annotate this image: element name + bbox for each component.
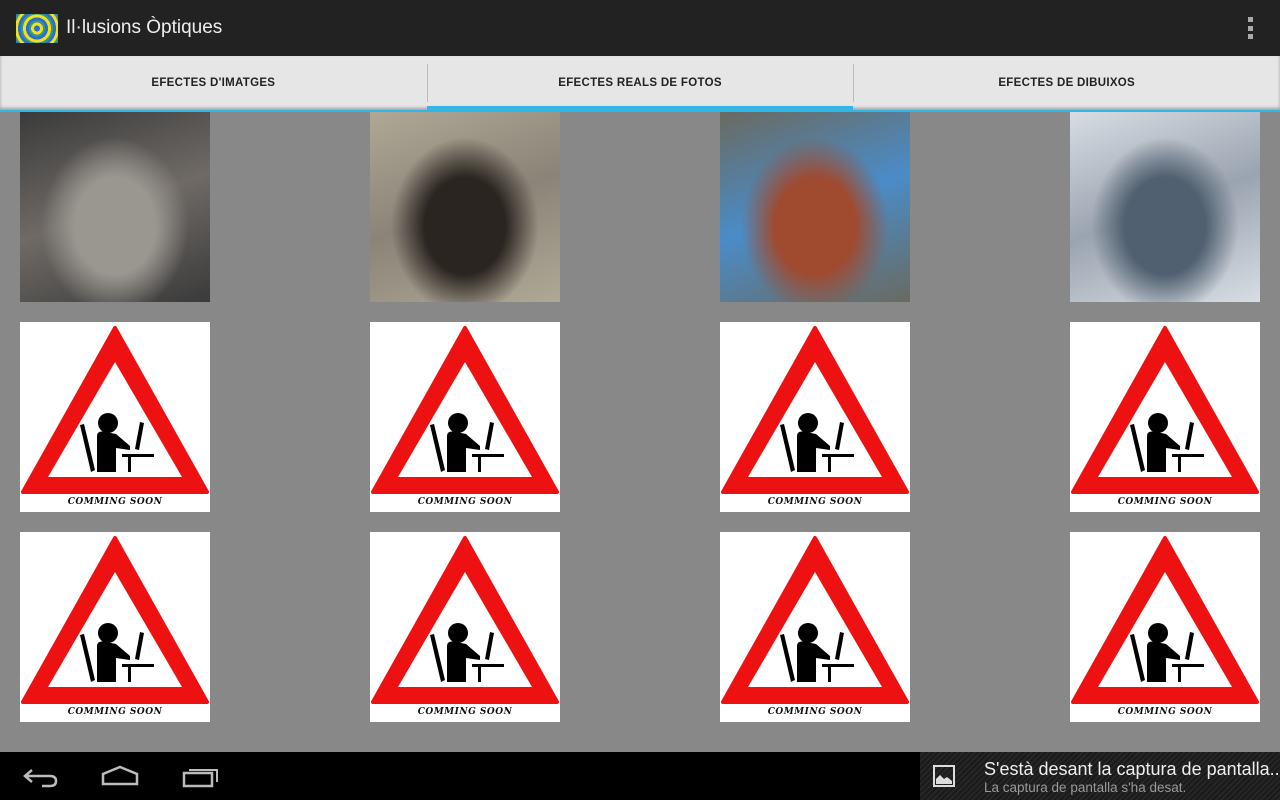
coming-soon-tile[interactable]: COMMING SOON bbox=[20, 532, 210, 722]
tab-bar: EFECTES D'IMATGES EFECTES REALS DE FOTOS… bbox=[0, 56, 1280, 112]
warning-sign-icon bbox=[721, 536, 909, 704]
app-logo-icon[interactable] bbox=[16, 13, 58, 43]
image-icon bbox=[933, 765, 955, 787]
notification-title: S'està desant la captura de pantalla... bbox=[984, 759, 1280, 779]
coming-soon-label: COMMING SOON bbox=[767, 707, 863, 717]
notification-subtitle: La captura de pantalla s'ha desat. bbox=[984, 780, 1187, 795]
warning-sign-icon bbox=[371, 536, 559, 704]
recent-apps-icon[interactable] bbox=[182, 764, 220, 788]
coming-soon-label: COMMING SOON bbox=[1117, 707, 1213, 717]
warning-sign-icon bbox=[21, 326, 209, 494]
warning-sign-icon bbox=[1071, 536, 1259, 704]
tab-efectes-imatges[interactable]: EFECTES D'IMATGES bbox=[0, 56, 427, 110]
coming-soon-label: COMMING SOON bbox=[767, 497, 863, 507]
app-title: Il·lusions Òptiques bbox=[66, 17, 223, 38]
warning-sign-icon bbox=[371, 326, 559, 494]
coming-soon-tile[interactable]: COMMING SOON bbox=[20, 322, 210, 512]
overflow-menu-icon[interactable] bbox=[1248, 17, 1254, 39]
coming-soon-label: COMMING SOON bbox=[417, 497, 513, 507]
street-art-hole-photo[interactable] bbox=[370, 112, 560, 302]
coming-soon-tile[interactable]: COMMING SOON bbox=[1070, 322, 1260, 512]
warning-sign-icon bbox=[1071, 326, 1259, 494]
coming-soon-tile[interactable]: COMMING SOON bbox=[1070, 532, 1260, 722]
coming-soon-tile[interactable]: COMMING SOON bbox=[370, 322, 560, 512]
tab-efectes-reals-fotos[interactable]: EFECTES REALS DE FOTOS bbox=[426, 56, 854, 112]
action-bar: Il·lusions Òptiques bbox=[0, 0, 1280, 56]
coming-soon-label: COMMING SOON bbox=[1117, 497, 1213, 507]
image-grid: COMMING SOON COMMING SOON COMMING SOON C… bbox=[0, 112, 1280, 752]
warning-sign-icon bbox=[721, 326, 909, 494]
home-icon[interactable] bbox=[100, 764, 140, 788]
coming-soon-label: COMMING SOON bbox=[67, 707, 163, 717]
street-art-pit-photo[interactable] bbox=[20, 112, 210, 302]
coming-soon-tile[interactable]: COMMING SOON bbox=[720, 322, 910, 512]
coming-soon-tile[interactable]: COMMING SOON bbox=[370, 532, 560, 722]
coming-soon-label: COMMING SOON bbox=[417, 707, 513, 717]
coming-soon-tile[interactable]: COMMING SOON bbox=[720, 532, 910, 722]
screenshot-notification[interactable]: S'està desant la captura de pantalla... … bbox=[920, 752, 1280, 800]
tab-efectes-dibuixos[interactable]: EFECTES DE DIBUIXOS bbox=[853, 56, 1280, 110]
coming-soon-label: COMMING SOON bbox=[67, 497, 163, 507]
warning-sign-icon bbox=[21, 536, 209, 704]
street-art-waterfall-photo[interactable] bbox=[1070, 112, 1260, 302]
back-icon[interactable] bbox=[22, 764, 58, 788]
street-art-pool-photo[interactable] bbox=[720, 112, 910, 302]
